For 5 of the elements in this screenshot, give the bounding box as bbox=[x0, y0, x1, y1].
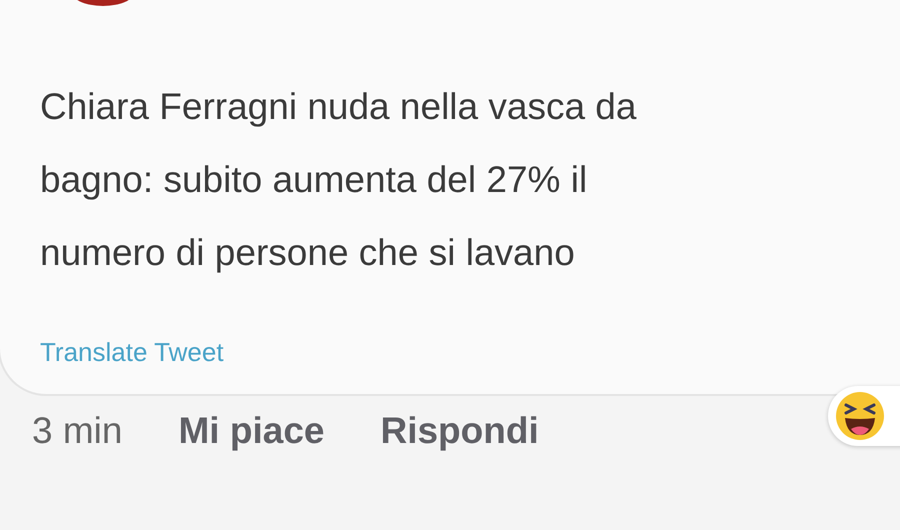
laughing-emoji-icon bbox=[835, 391, 885, 441]
like-link[interactable]: Mi piace bbox=[178, 410, 324, 452]
comment-time: 3 min bbox=[32, 410, 122, 452]
comment-text: Chiara Ferragni nuda nella vasca da bagno: subito aumenta del 27% il numero di persone che si lavano bbox=[40, 85, 638, 275]
reply-link[interactable]: Rispondi bbox=[380, 410, 539, 452]
